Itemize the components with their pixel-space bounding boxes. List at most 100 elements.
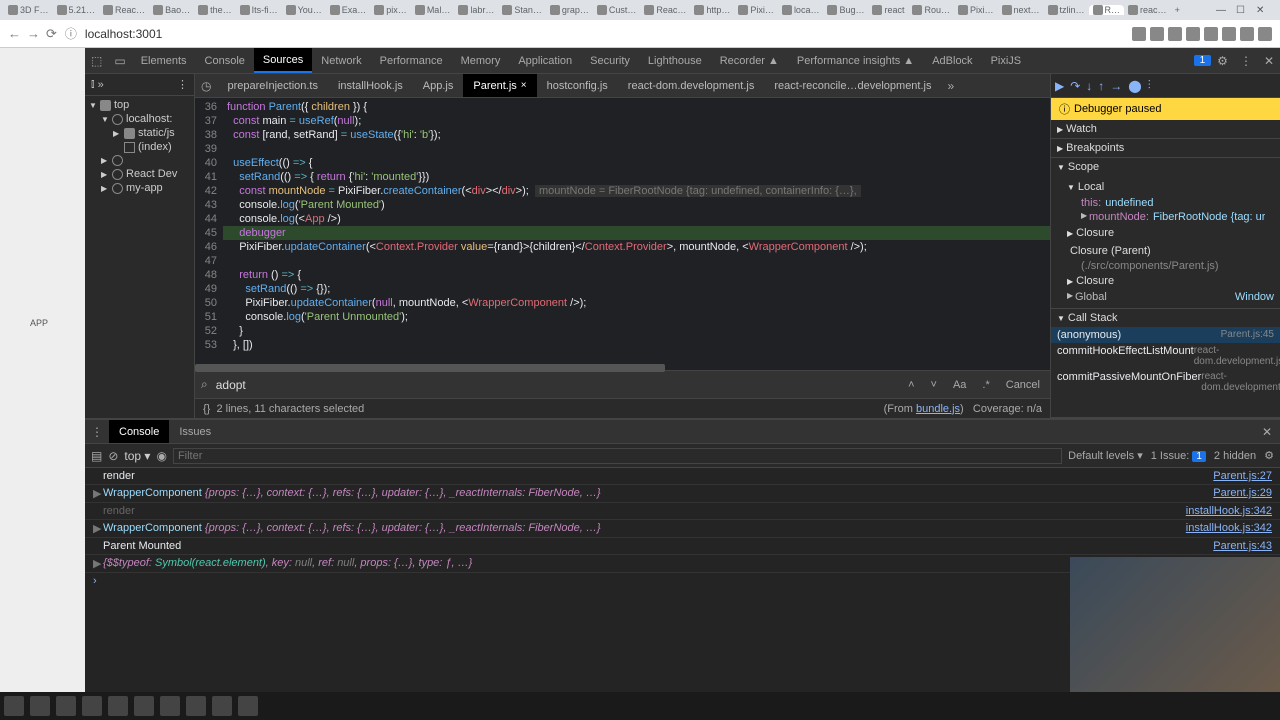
step-out-button[interactable]: ↑	[1098, 79, 1104, 93]
file-tab[interactable]: react-dom.development.js	[618, 74, 765, 97]
horizontal-scrollbar[interactable]	[195, 364, 1050, 374]
close-icon[interactable]: ✕	[1256, 5, 1268, 16]
callstack-frame[interactable]: commitHookEffectListMountreact-dom.devel…	[1051, 343, 1280, 369]
page-tab[interactable]: ⫾	[91, 78, 95, 91]
tree-item[interactable]: ▶React Dev	[85, 167, 194, 181]
menu-icon[interactable]	[1258, 27, 1272, 41]
file-tab[interactable]: installHook.js	[328, 74, 413, 97]
tree-item[interactable]: ▶static/js	[85, 126, 194, 140]
devtools-tab-performance[interactable]: Performance	[371, 48, 452, 73]
console-log-entry[interactable]: ▶WrapperComponent {props: {…}, context: …	[85, 485, 1280, 503]
eye-icon[interactable]: ◉	[156, 449, 166, 463]
console-log-entry[interactable]: ▶WrapperComponent {props: {…}, context: …	[85, 520, 1280, 538]
browser-tab[interactable]: react	[868, 5, 908, 15]
context-selector[interactable]: top ▾	[124, 449, 150, 463]
scope-global[interactable]: ▶GlobalWindow	[1067, 290, 1274, 304]
minimize-icon[interactable]: —	[1216, 5, 1228, 16]
regex-button[interactable]: .*	[978, 379, 993, 391]
browser-tab[interactable]: tzlin…	[1044, 5, 1089, 15]
console-settings-icon[interactable]: ⚙	[1264, 449, 1274, 462]
devtools-tab-elements[interactable]: Elements	[132, 48, 196, 73]
more-icon[interactable]: »	[98, 79, 104, 91]
taskbar-app-icon[interactable]	[134, 696, 154, 716]
more-tabs-icon[interactable]: »	[942, 79, 961, 93]
browser-tab[interactable]: R…	[1089, 5, 1125, 15]
extension-icon[interactable]	[1204, 27, 1218, 41]
find-input[interactable]	[216, 378, 896, 392]
browser-tab[interactable]: Rou…	[908, 5, 954, 15]
extension-icon[interactable]	[1150, 27, 1164, 41]
devtools-tab-application[interactable]: Application	[509, 48, 581, 73]
browser-tab[interactable]: the…	[194, 5, 236, 15]
extension-icon[interactable]	[1222, 27, 1236, 41]
browser-tab[interactable]: Reac…	[99, 5, 149, 15]
match-case-button[interactable]: Aa	[949, 379, 970, 391]
url-input[interactable]	[85, 27, 1124, 41]
devtools-tab-memory[interactable]: Memory	[452, 48, 510, 73]
devtools-tab-recorder-[interactable]: Recorder ▲	[711, 48, 788, 73]
tree-item[interactable]: ▼top	[85, 98, 194, 112]
devtools-tab-security[interactable]: Security	[581, 48, 639, 73]
browser-tab[interactable]: Cust…	[593, 5, 641, 15]
callstack-section[interactable]: ▼Call Stack	[1051, 309, 1280, 327]
browser-tab[interactable]: Reac…	[640, 5, 690, 15]
browser-tab[interactable]: Its-fi…	[236, 5, 282, 15]
browser-tab[interactable]: http…	[690, 5, 734, 15]
tree-item[interactable]: ▼localhost:	[85, 112, 194, 126]
browser-tab[interactable]: labr…	[454, 5, 498, 15]
close-devtools-icon[interactable]: ✕	[1258, 54, 1280, 68]
console-log-entry[interactable]: Parent MountedParent.js:43	[85, 538, 1280, 555]
file-tab[interactable]: prepareInjection.ts	[217, 74, 328, 97]
taskbar-app-icon[interactable]	[82, 696, 102, 716]
filter-input[interactable]	[173, 448, 1062, 464]
start-button[interactable]	[4, 696, 24, 716]
extension-icon[interactable]	[1168, 27, 1182, 41]
devtools-tab-lighthouse[interactable]: Lighthouse	[639, 48, 711, 73]
device-icon[interactable]: ▭	[108, 54, 131, 68]
scope-closure[interactable]: ▶Closure	[1067, 224, 1274, 242]
breakpoints-section[interactable]: ▶Breakpoints	[1051, 139, 1280, 157]
forward-icon[interactable]: →	[27, 26, 40, 42]
file-tab[interactable]: Parent.js×	[463, 74, 536, 97]
levels-selector[interactable]: Default levels ▾	[1068, 449, 1143, 462]
cancel-button[interactable]: Cancel	[1002, 379, 1044, 391]
taskbar-app-icon[interactable]	[108, 696, 128, 716]
new-tab-button[interactable]: +	[1171, 5, 1184, 15]
hidden-count[interactable]: 2 hidden	[1214, 450, 1256, 462]
browser-tab[interactable]: Bao…	[149, 5, 194, 15]
browser-tab[interactable]: pix…	[370, 5, 411, 15]
find-icon[interactable]: ⌕	[201, 377, 208, 392]
console-log-entry[interactable]: renderinstallHook.js:342	[85, 503, 1280, 520]
scope-section[interactable]: ▼Scope	[1051, 158, 1280, 176]
devtools-tab-pixijs[interactable]: PixiJS	[982, 48, 1031, 73]
find-next-button[interactable]: ˅	[927, 379, 941, 391]
taskbar-app-icon[interactable]	[186, 696, 206, 716]
browser-tab[interactable]: 3D F…	[4, 5, 53, 15]
resume-button[interactable]: ▶	[1055, 79, 1064, 93]
taskbar-app-icon[interactable]	[238, 696, 258, 716]
browser-tab[interactable]: reac…	[1124, 5, 1171, 15]
maximize-icon[interactable]: ☐	[1236, 5, 1248, 16]
file-tab[interactable]: hostconfig.js	[537, 74, 618, 97]
history-icon[interactable]: ◷	[195, 79, 217, 93]
taskbar-app-icon[interactable]	[56, 696, 76, 716]
close-drawer-icon[interactable]: ✕	[1254, 425, 1280, 439]
devtools-tab-console[interactable]: Console	[196, 48, 254, 73]
devtools-tab-network[interactable]: Network	[312, 48, 370, 73]
file-tab[interactable]: react-reconcile…development.js	[764, 74, 941, 97]
reload-icon[interactable]: ⟳	[46, 26, 57, 42]
issues-link[interactable]: 1 Issue: 1	[1151, 450, 1206, 462]
scope-closure-2[interactable]: ▶Closure	[1067, 272, 1274, 290]
browser-tab[interactable]: Stan…	[498, 5, 546, 15]
console-log-entry[interactable]: renderParent.js:27	[85, 468, 1280, 485]
tree-item[interactable]: (index)	[85, 140, 194, 154]
devtools-tab-adblock[interactable]: AdBlock	[923, 48, 981, 73]
browser-tab[interactable]: Pixi…	[734, 5, 778, 15]
find-prev-button[interactable]: ˄	[904, 379, 918, 391]
browser-tab[interactable]: 5.21…	[53, 5, 100, 15]
tree-item[interactable]: ▶	[85, 154, 194, 167]
more-icon[interactable]: ⋮	[85, 425, 109, 439]
show-sidebar-icon[interactable]: ▤	[91, 449, 102, 463]
step-button[interactable]: →	[1110, 79, 1122, 93]
site-info-icon[interactable]: ⓘ	[65, 25, 77, 42]
